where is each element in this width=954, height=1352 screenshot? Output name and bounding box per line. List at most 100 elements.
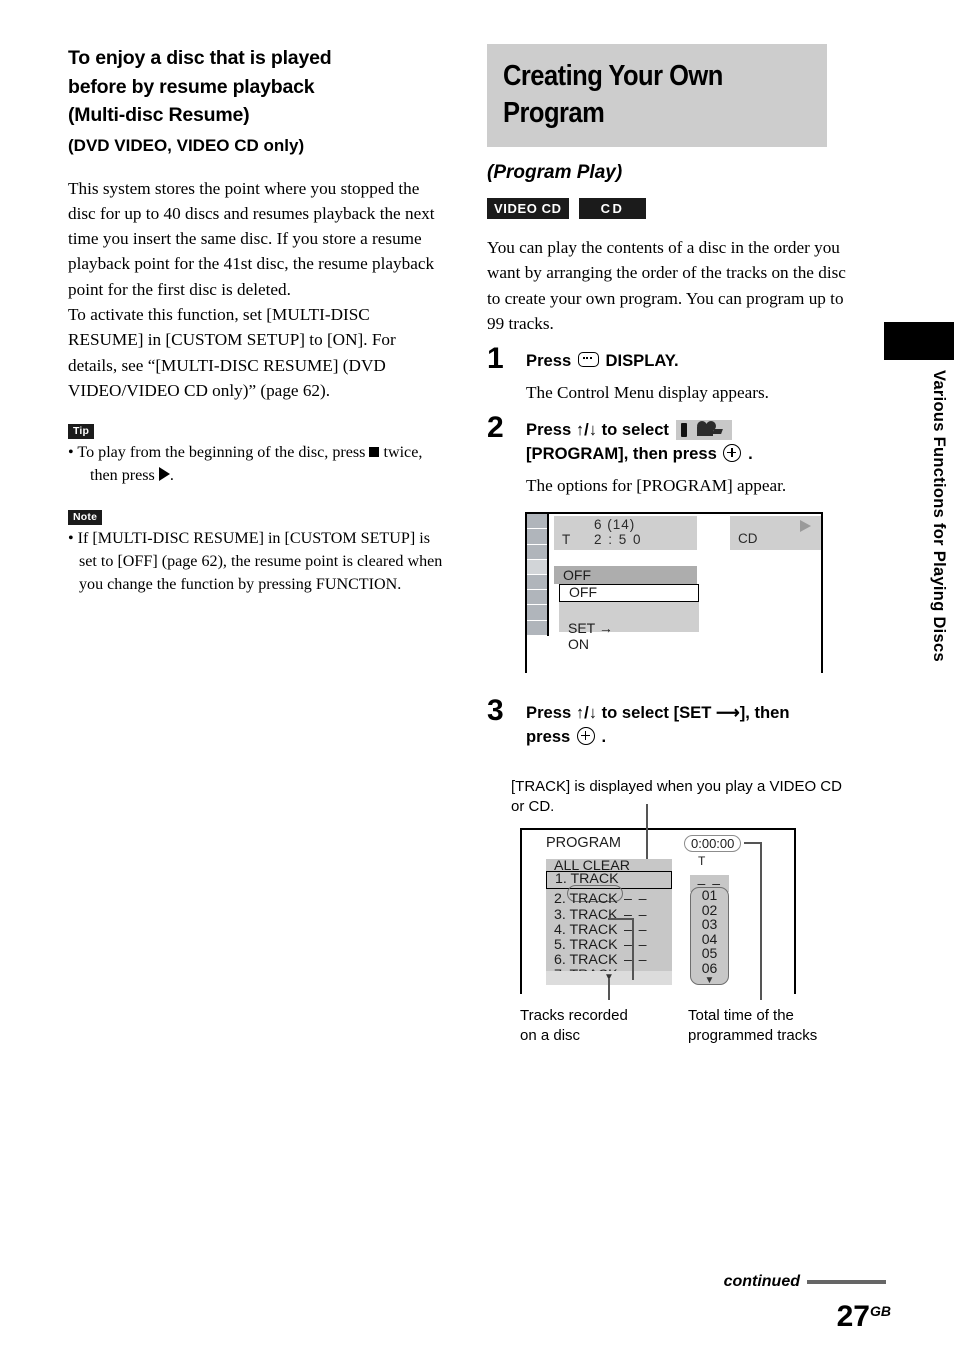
program-row-6-value: – – (624, 952, 648, 969)
control-menu-option-set[interactable]: SET → (559, 620, 699, 636)
control-menu-disc-type: CD (738, 531, 758, 547)
note-text: • If [MULTI-DISC RESUME] in [CUSTOM SETU… (68, 530, 443, 593)
caption-total-time: Total time of the programmed tracks (688, 1006, 817, 1045)
program-row-3-value: – – (624, 906, 648, 923)
callout-line-tracks-horizontal (608, 918, 634, 921)
control-menu-icon-cell (527, 590, 549, 606)
program-number-4[interactable]: 04 (691, 932, 728, 947)
control-menu-figure: 6 (14) T 2 : 5 0 CD OFF OFF SET → ON (525, 512, 823, 674)
callout-line-tracks-vertical-1 (608, 979, 610, 1001)
program-number-6[interactable]: 06 (691, 961, 728, 976)
program-row-selected[interactable]: 1. TRACK (546, 871, 672, 903)
page-number: 27GB (837, 1300, 891, 1334)
callout-line-tracks-vertical-2 (632, 918, 634, 981)
step-1-instruction: Press DISPLAY. (526, 349, 859, 373)
program-row-4-label: 4. TRACK (554, 921, 618, 938)
program-row-5-value: – – (624, 936, 648, 953)
step-2-instruction: Press ↑/↓ to select [PROGRAM], then pres… (526, 418, 859, 466)
control-menu-disc-box: CD (730, 516, 821, 551)
control-menu-icon-cell (527, 574, 549, 591)
step-3-text-before: Press ↑/↓ to select [SET ⟶], then (526, 703, 790, 723)
tip-text: • To play from the beginning of the disc… (68, 442, 448, 487)
play-status-icon (800, 520, 811, 533)
program-row-2-label: 2. TRACK (554, 891, 618, 908)
control-menu-option-off[interactable]: OFF (559, 584, 699, 603)
page-number-value: 27 (836, 1300, 870, 1333)
step-1: 1 Press DISPLAY. The Control Menu displa… (487, 344, 859, 405)
section-heading-line-2: before by resume playback (68, 75, 315, 98)
continued-marker: continued (724, 1273, 886, 1291)
enter-icon (576, 727, 595, 746)
step-3: 3 Press ↑/↓ to select [SET ⟶], then pres… (487, 696, 859, 749)
figure-note: [TRACK] is displayed when you play a VID… (511, 778, 842, 815)
control-menu-icon-cell (527, 620, 549, 636)
program-number-3[interactable]: 03 (691, 917, 728, 932)
program-menu-icon (675, 420, 732, 441)
caption-tracks-line-2: on a disc (520, 1026, 581, 1044)
left-paragraph-1: This system stores the point where you s… (68, 178, 435, 299)
badge-video-cd: VIDEO CD (487, 198, 569, 219)
continued-label: continued (723, 1273, 800, 1290)
program-row-6-label: 6. TRACK (554, 952, 618, 969)
program-number-2[interactable]: 02 (691, 903, 728, 918)
disc-format-badges: VIDEO CD CD (487, 198, 859, 219)
program-row-4[interactable]: 4. TRACK – – (546, 921, 672, 938)
chapter-title-line-1: Creating Your Own (503, 60, 723, 92)
control-menu-time-label: T (562, 532, 571, 548)
step-1-result: The Control Menu display appears. (526, 383, 769, 403)
step-2: 2 Press ↑/↓ to select [PROGRAM], then pr… (487, 413, 859, 498)
program-screen-figure: PROGRAM 0:00:00 T ALL CLEAR 1. TRACK 2. … (520, 804, 796, 1001)
program-number-5[interactable]: 05 (691, 946, 728, 961)
program-number-list: 01 02 03 04 05 06 ▼ (690, 887, 729, 987)
program-total-time: 0:00:00 (684, 835, 742, 853)
chapter-title-band: Creating Your Own Program (487, 44, 827, 147)
program-row-6[interactable]: 6. TRACK – – (546, 952, 672, 969)
badge-cd: CD (578, 198, 647, 219)
control-menu-info-bar: 6 (14) T 2 : 5 0 (554, 516, 697, 551)
caption-total-line-2: programmed tracks (688, 1026, 818, 1044)
section-heading-line-3: (Multi-disc Resume) (68, 104, 250, 126)
intro-paragraph: You can play the contents of a disc in t… (487, 238, 846, 333)
manual-page: To enjoy a disc that is played before by… (0, 0, 954, 1352)
caption-tracks-line-1: Tracks recorded (520, 1007, 628, 1025)
control-menu-icon-cell (527, 605, 549, 621)
program-row-5[interactable]: 5. TRACK – – (546, 936, 672, 953)
program-time-label: T (698, 854, 706, 869)
chapter-subtitle: (Program Play) (487, 162, 623, 183)
step-2-result: The options for [PROGRAM] appear. (526, 476, 787, 496)
chapter-tab-label: Various Functions for Playing Discs (930, 370, 948, 662)
caption-tracks-recorded: Tracks recorded on a disc (520, 1006, 628, 1045)
program-title: PROGRAM (546, 835, 621, 852)
control-menu-time-value: 2 : 5 0 (594, 532, 643, 548)
tip-text-line2: then press . (79, 465, 448, 488)
control-menu-icon-cell (527, 529, 549, 545)
enter-icon (723, 444, 742, 463)
tip-block: Tip • To play from the beginning of the … (68, 421, 448, 487)
step-3-number: 3 (487, 694, 504, 728)
callout-line-track-vertical (646, 804, 648, 862)
tip-text-before-stop: • To play from the beginning of the disc… (68, 444, 366, 462)
step-3-text-line2-after: . (601, 727, 607, 747)
program-row-3[interactable]: 3. TRACK – – (546, 906, 672, 923)
control-menu-icon-cell-selected (527, 559, 549, 575)
step-1-text-after: DISPLAY. (605, 351, 679, 371)
play-icon (158, 466, 170, 481)
program-number-scroll-down-icon[interactable]: ▼ (691, 975, 728, 987)
right-column: Creating Your Own Program (Program Play)… (487, 44, 859, 1048)
program-icon-bar (680, 423, 687, 438)
chapter-tab-marker (884, 322, 954, 360)
program-icon-lens (711, 429, 723, 435)
step-2-text-line2-before: [PROGRAM], then press (526, 444, 717, 464)
chapter-title-line-2: Program (503, 97, 605, 129)
control-menu-track-count: 6 (14) (594, 517, 636, 533)
callout-line-time-vertical (760, 842, 762, 1001)
step-2-text-before: Press ↑/↓ to select (526, 420, 669, 440)
tip-text-after-stop: twice, (383, 444, 423, 462)
control-menu-icon-column (527, 514, 549, 636)
tip-label: Tip (68, 424, 95, 440)
program-icon-camera-body (696, 427, 713, 437)
continued-rule (807, 1280, 886, 1284)
program-row-2[interactable]: 2. TRACK – – (546, 892, 672, 907)
program-number-1[interactable]: 01 (691, 888, 728, 903)
control-menu-option-on[interactable]: ON (559, 636, 699, 652)
